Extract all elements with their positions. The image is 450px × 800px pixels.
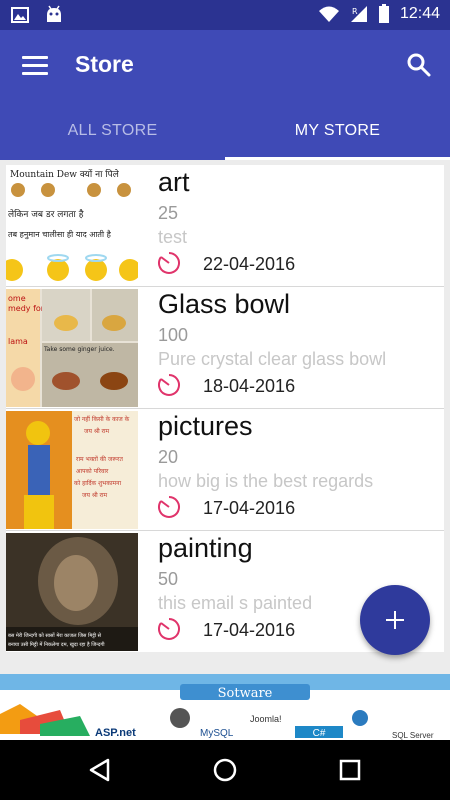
back-icon[interactable] xyxy=(86,756,114,784)
app-bar: Store xyxy=(0,30,450,105)
clock-icon xyxy=(158,618,180,640)
status-time: 12:44 xyxy=(399,5,440,22)
banner-label: SQL Server xyxy=(392,731,434,740)
tab-my-store[interactable]: MY STORE xyxy=(225,105,450,160)
thumb-text-line: जो नहीं किसी के काज के xyxy=(74,415,130,423)
thumb-text-line: lama xyxy=(8,337,28,346)
image-icon xyxy=(11,7,29,23)
list-item[interactable]: Mountain Dew क्यों ना पिले लेकिन जब डर ल… xyxy=(6,165,444,287)
thumb-text-line: बनाया उसी मिट्टी में निकलेगा दम, खुदा रह… xyxy=(8,641,105,648)
item-name: pictures xyxy=(158,411,253,441)
thumb-text-line: जय श्री राम xyxy=(84,427,110,435)
recents-icon[interactable] xyxy=(336,756,364,784)
clock-icon xyxy=(158,496,180,518)
item-count: 50 xyxy=(158,569,179,589)
item-date: 18-04-2016 xyxy=(203,376,296,396)
thumb-text-line: आपको परिवार xyxy=(76,467,109,475)
tab-all-store[interactable]: ALL STORE xyxy=(0,105,225,160)
item-name: art xyxy=(158,167,190,197)
item-thumbnail: बस मेरी जिन्दगी को सासों मेरा काजल जिस म… xyxy=(6,533,138,651)
thumb-text-line: Take some ginger juice. xyxy=(43,346,115,353)
menu-icon[interactable] xyxy=(22,56,48,78)
list-item[interactable]: जो नहीं किसी के काज के जय श्री राम राम भ… xyxy=(6,409,444,531)
clock-icon xyxy=(158,374,180,396)
item-name: painting xyxy=(158,533,253,563)
thumb-text-line: जय श्री राम xyxy=(82,491,108,499)
item-count: 100 xyxy=(158,325,189,345)
list-item[interactable]: ome medy for lama Take some ginger juice… xyxy=(6,287,444,409)
add-button[interactable] xyxy=(360,585,430,655)
search-icon[interactable] xyxy=(406,52,432,78)
thumb-text-line: तब हनुमान चालीसा ही याद आती है xyxy=(8,229,112,240)
wifi-icon xyxy=(318,6,339,22)
home-icon[interactable] xyxy=(211,756,239,784)
item-thumbnail: ome medy for lama Take some ginger juice… xyxy=(6,289,138,407)
item-description: test xyxy=(158,227,188,247)
thumb-text-line: बस मेरी जिन्दगी को सासों मेरा काजल जिस म… xyxy=(8,632,102,639)
item-thumbnail: जो नहीं किसी के काज के जय श्री राम राम भ… xyxy=(6,411,138,529)
item-description: this email s painted xyxy=(158,593,313,613)
thumb-text-line: ome xyxy=(8,294,26,303)
svg-text:R: R xyxy=(352,7,358,16)
item-count: 20 xyxy=(158,447,179,467)
banner-ad[interactable]: Sotware ASP.net MySQL Joomla! C# SQL Ser… xyxy=(0,674,450,740)
banner-heading: Sotware xyxy=(218,686,273,701)
signal-icon: R xyxy=(350,6,367,22)
item-description: Pure crystal clear glass bowl xyxy=(158,349,387,369)
item-count: 25 xyxy=(158,203,179,223)
banner-label: MySQL xyxy=(200,728,234,739)
item-description: how big is the best regards xyxy=(158,471,374,491)
item-date: 22-04-2016 xyxy=(203,254,296,274)
navigation-bar xyxy=(0,740,450,800)
store-list: Mountain Dew क्यों ना पिले लेकिन जब डर ल… xyxy=(6,165,444,652)
android-icon xyxy=(47,5,61,22)
battery-icon xyxy=(378,4,389,23)
banner-label: C# xyxy=(313,728,326,739)
thumb-text-line: को हार्दिक शुभकामना xyxy=(74,479,121,487)
page-title: Store xyxy=(75,51,134,77)
item-date: 17-04-2016 xyxy=(203,620,296,640)
thumb-text-line: लेकिन जब डर लगता है xyxy=(8,208,84,220)
item-date: 17-04-2016 xyxy=(203,498,296,518)
clock-icon xyxy=(158,252,180,274)
thumb-text-line: राम भक्तों की जरूरत xyxy=(76,455,123,463)
status-bar: R 12:44 xyxy=(0,0,450,30)
banner-label: ASP.net xyxy=(95,727,136,739)
tab-bar: ALL STORE MY STORE xyxy=(0,105,450,160)
thumb-text-line: medy for xyxy=(8,304,45,313)
item-thumbnail: Mountain Dew क्यों ना पिले लेकिन जब डर ल… xyxy=(6,167,138,285)
item-name: Glass bowl xyxy=(158,289,291,319)
banner-label: Joomla! xyxy=(250,714,282,724)
thumb-text-line: Mountain Dew क्यों ना पिले xyxy=(10,168,120,180)
